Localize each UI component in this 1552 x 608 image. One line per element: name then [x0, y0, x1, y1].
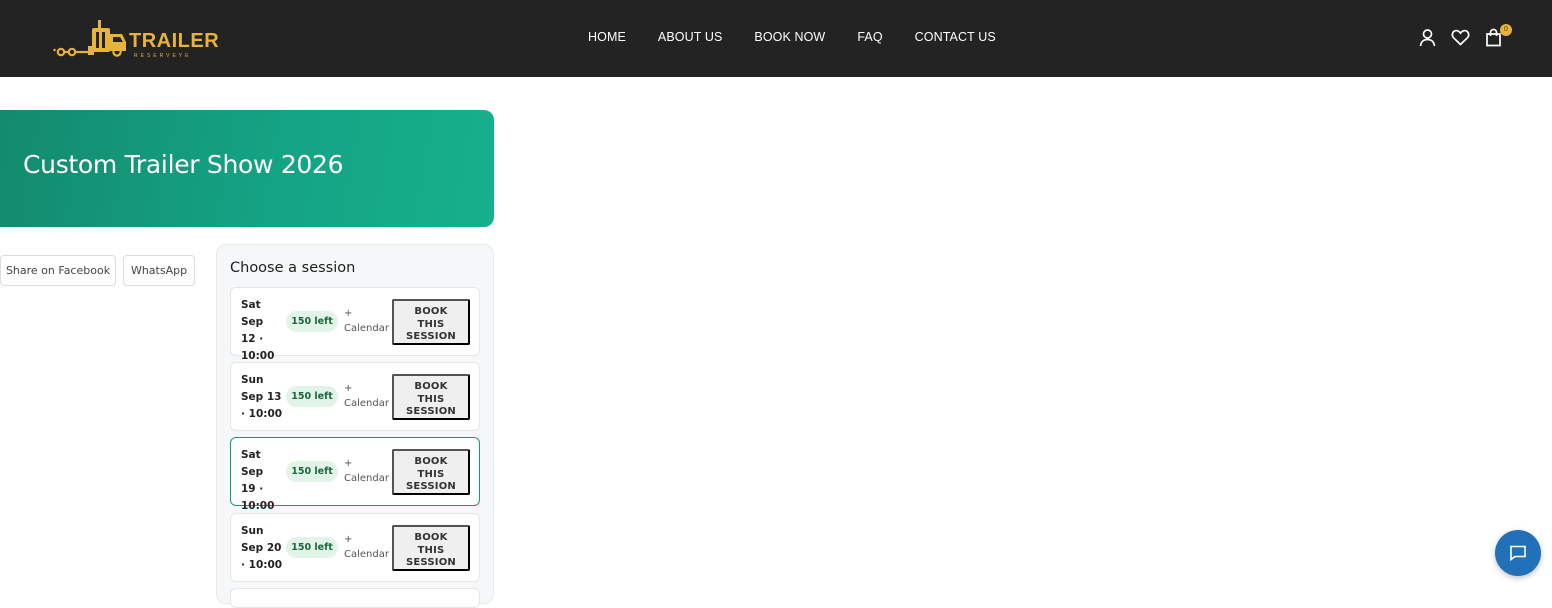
nav-about-us[interactable]: ABOUT US — [658, 30, 722, 44]
share-facebook-button[interactable]: Share on Facebook — [0, 255, 116, 286]
session-date: Sat Sep 19 · 10:00 — [241, 449, 275, 512]
cart-icon[interactable]: 0 — [1483, 24, 1512, 48]
nav-book-now[interactable]: BOOK NOW — [754, 30, 825, 44]
availability-badge: 150 left — [286, 537, 338, 558]
chat-icon — [1510, 545, 1526, 562]
availability-badge: 150 left — [286, 311, 338, 332]
plus-icon: + — [344, 458, 353, 469]
plus-icon: + — [344, 534, 353, 545]
session-card[interactable] — [230, 588, 480, 608]
chat-button[interactable] — [1495, 530, 1541, 576]
add-to-calendar-link[interactable]: + Calendar — [344, 456, 389, 486]
nav-home[interactable]: HOME — [588, 30, 626, 44]
session-picker-title: Choose a session — [230, 260, 356, 276]
book-session-button[interactable]: BOOK THIS SESSION — [392, 449, 470, 495]
session-card[interactable]: Sun Sep 13 · 10:00 150 left + Calendar B… — [230, 362, 480, 431]
add-to-calendar-link[interactable]: + Calendar — [344, 381, 389, 411]
session-date: Sun Sep 20 · 10:00 — [241, 525, 283, 571]
truck-logo-icon — [53, 20, 126, 57]
logo-wordmark: TRAILER — [129, 30, 220, 52]
availability-badge: 150 left — [286, 386, 338, 407]
availability-badge: 150 left — [286, 461, 338, 482]
event-hero-banner: Custom Trailer Show 2026 — [0, 110, 494, 227]
nav-faq[interactable]: FAQ — [857, 30, 882, 44]
session-card[interactable]: Sun Sep 20 · 10:00 150 left + Calendar B… — [230, 513, 480, 582]
session-date: Sat Sep 12 · 10:00 — [241, 299, 275, 362]
main-nav: HOME ABOUT US BOOK NOW FAQ CONTACT US — [588, 30, 996, 44]
user-icon[interactable] — [1417, 27, 1438, 48]
plus-icon: + — [344, 308, 353, 319]
add-to-calendar-link[interactable]: + Calendar — [344, 306, 389, 336]
book-session-button[interactable]: BOOK THIS SESSION — [392, 299, 470, 345]
logo-tagline: RESERVEYE — [134, 53, 192, 59]
plus-icon: + — [344, 383, 353, 394]
add-to-calendar-link[interactable]: + Calendar — [344, 532, 389, 562]
book-session-button[interactable]: BOOK THIS SESSION — [392, 374, 470, 420]
header-actions: 0 — [1417, 24, 1512, 48]
top-navigation-bar: TRAILER RESERVEYE HOME ABOUT US BOOK NOW… — [0, 0, 1552, 77]
nav-contact-us[interactable]: CONTACT US — [915, 30, 996, 44]
site-logo[interactable]: TRAILER RESERVEYE — [52, 18, 219, 60]
cart-count-badge: 0 — [1500, 24, 1512, 36]
session-date: Sun Sep 13 · 10:00 — [241, 374, 283, 420]
event-title: Custom Trailer Show 2026 — [23, 150, 344, 179]
heart-icon[interactable] — [1450, 27, 1471, 48]
share-whatsapp-button[interactable]: WhatsApp — [123, 255, 195, 286]
session-picker: Choose a session Sat Sep 12 · 10:00 150 … — [216, 244, 494, 608]
session-card-selected[interactable]: Sat Sep 19 · 10:00 150 left + Calendar B… — [230, 437, 480, 512]
book-session-button[interactable]: BOOK THIS SESSION — [392, 525, 470, 571]
session-card[interactable]: Sat Sep 12 · 10:00 150 left + Calendar B… — [230, 287, 480, 362]
